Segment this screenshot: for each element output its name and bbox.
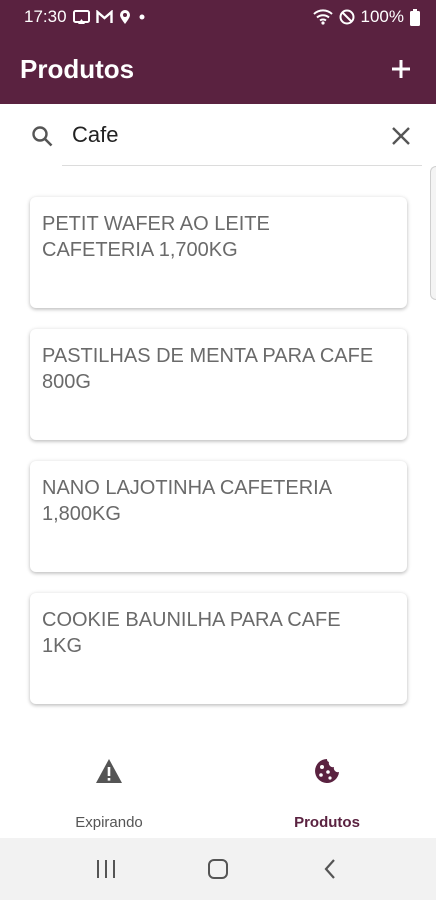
search-icon — [28, 122, 56, 150]
scrollbar[interactable] — [430, 166, 436, 300]
close-icon — [392, 127, 410, 145]
home-icon — [208, 859, 228, 879]
do-not-disturb-icon — [339, 9, 355, 25]
search-bar — [0, 104, 436, 168]
back-button[interactable] — [310, 849, 350, 889]
warning-icon — [94, 756, 124, 786]
search-input[interactable] — [62, 104, 422, 166]
recents-icon — [97, 860, 115, 878]
battery-icon — [410, 8, 420, 26]
product-name: PASTILHAS DE MENTA PARA CAFE 800G — [42, 345, 374, 393]
wifi-icon — [312, 9, 333, 25]
dot-icon — [137, 12, 147, 22]
recents-button[interactable] — [86, 849, 126, 889]
nav-item-expirando[interactable]: Expirando — [0, 742, 218, 838]
product-card[interactable]: PETIT WAFER AO LEITE CAFETERIA 1,700KG — [30, 197, 407, 308]
nav-label-produtos: Produtos — [294, 814, 360, 831]
product-name: COOKIE BAUNILHA PARA CAFE 1KG — [42, 609, 341, 657]
clear-search-button[interactable] — [386, 121, 416, 151]
gmail-icon — [95, 10, 113, 24]
system-nav — [0, 838, 436, 900]
product-card[interactable]: PASTILHAS DE MENTA PARA CAFE 800G — [30, 329, 407, 440]
location-icon — [119, 9, 131, 25]
add-product-button[interactable] — [384, 52, 418, 86]
product-card[interactable]: NANO LAJOTINHA CAFETERIA 1,800KG — [30, 461, 407, 572]
nav-label-expirando: Expirando — [75, 814, 143, 831]
product-name: NANO LAJOTINHA CAFETERIA 1,800KG — [42, 477, 333, 525]
battery-percent: 100% — [360, 7, 404, 26]
cast-icon — [72, 9, 90, 25]
status-right: 100% — [312, 7, 420, 27]
status-time: 17:30 — [24, 7, 67, 26]
nav-item-produtos[interactable]: Produtos — [218, 742, 436, 838]
product-list: PETIT WAFER AO LEITE CAFETERIA 1,700KG P… — [30, 197, 408, 725]
app-bar: Produtos — [0, 34, 436, 104]
cookie-icon — [312, 756, 342, 786]
page-title: Produtos — [20, 53, 135, 84]
home-button[interactable] — [198, 849, 238, 889]
product-name: PETIT WAFER AO LEITE CAFETERIA 1,700KG — [42, 213, 270, 261]
plus-icon — [392, 60, 410, 78]
status-left: 17:30 — [24, 7, 147, 27]
back-icon — [324, 859, 335, 879]
product-card[interactable]: COOKIE BAUNILHA PARA CAFE 1KG — [30, 593, 407, 704]
status-bar: 17:30 100% — [0, 0, 436, 34]
bottom-nav: Expirando Produtos — [0, 742, 436, 838]
